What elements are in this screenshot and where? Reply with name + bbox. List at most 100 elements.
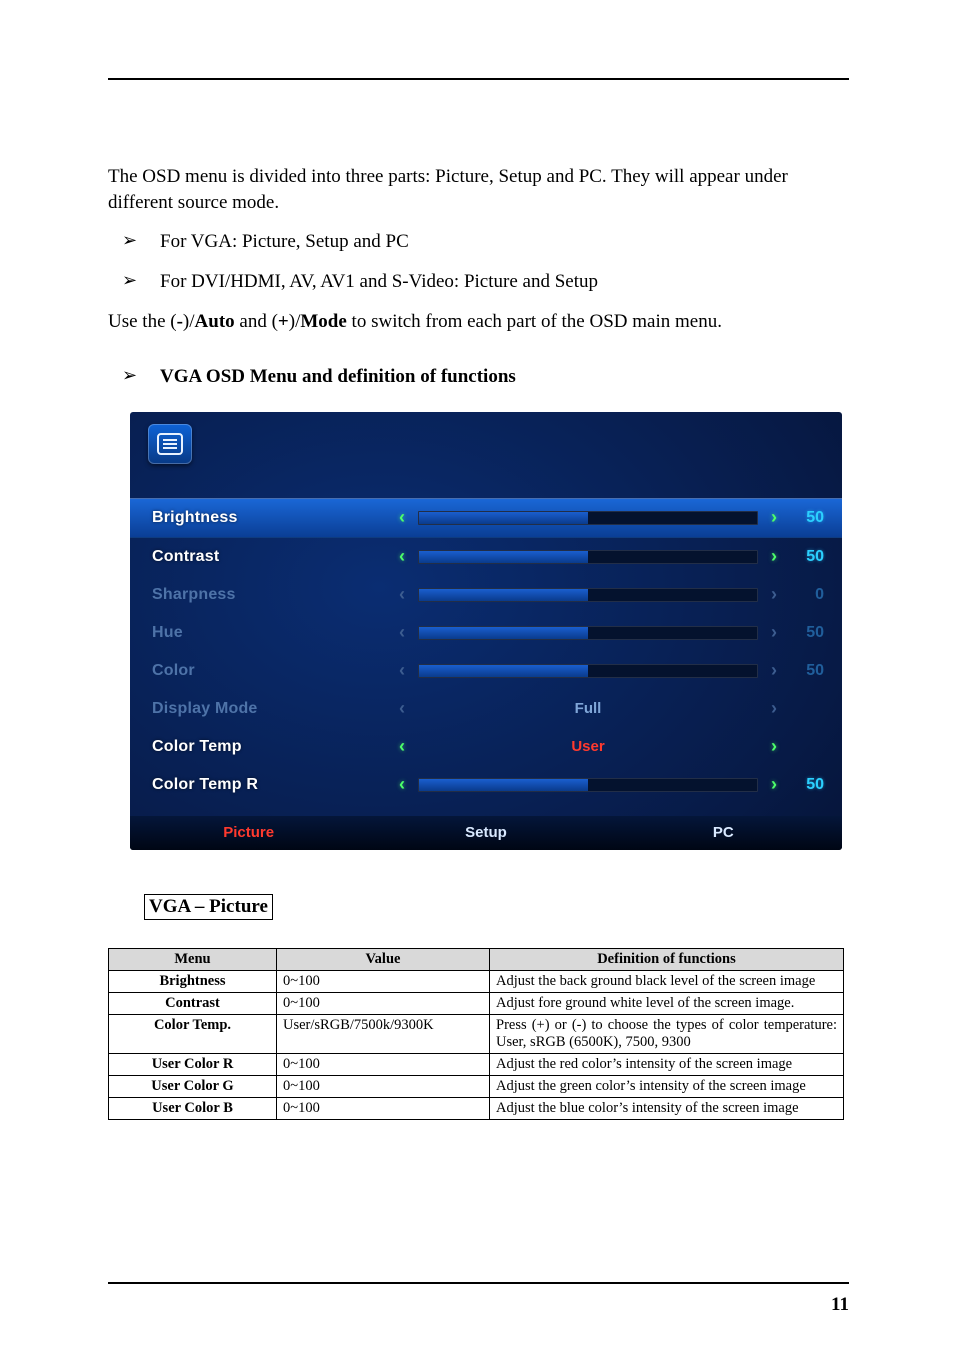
table-cell: 0~100 — [277, 970, 490, 992]
osd-slider-track — [418, 588, 758, 602]
osd-category-icon — [148, 424, 192, 464]
osd-row-label: Contrast — [152, 548, 392, 566]
table-cell: User Color B — [109, 1097, 277, 1119]
bullet-glyph-icon: ➢ — [122, 229, 160, 255]
switch-instruction: Use the (-)/Auto and (+)/Mode to switch … — [108, 309, 849, 335]
table-row: User Color R0~100Adjust the red color’s … — [109, 1053, 844, 1075]
osd-slider-fill — [419, 589, 588, 601]
osd-row: Contrast‹ ›50 — [130, 538, 842, 576]
bullet-glyph-icon: ➢ — [122, 364, 160, 390]
osd-slider-track — [418, 550, 758, 564]
section-heading: VGA OSD Menu and definition of functions — [160, 364, 849, 390]
osd-slider-track — [418, 664, 758, 678]
decrease-arrow-icon: ‹ — [392, 698, 412, 719]
osd-row: Sharpness‹ ›0 — [130, 576, 842, 614]
osd-tab: Setup — [367, 816, 604, 850]
table-cell: User Color G — [109, 1075, 277, 1097]
table-cell: Adjust the back ground black level of th… — [490, 970, 844, 992]
table-header: Definition of functions — [490, 948, 844, 970]
osd-slider-fill — [419, 551, 588, 563]
osd-slider-fill — [419, 665, 588, 677]
increase-arrow-icon: › — [764, 507, 784, 528]
table-cell: 0~100 — [277, 992, 490, 1014]
osd-row: Hue‹ ›50 — [130, 614, 842, 652]
osd-value: 50 — [784, 509, 824, 527]
osd-row-label: Display Mode — [152, 700, 392, 718]
page-number: 11 — [831, 1294, 849, 1316]
osd-row-label: Color Temp R — [152, 776, 392, 794]
table-cell: Adjust the blue color’s intensity of the… — [490, 1097, 844, 1119]
osd-row: Brightness‹ ›50 — [130, 498, 842, 538]
table-cell: Contrast — [109, 992, 277, 1014]
header-rule — [108, 78, 849, 80]
osd-row-label: Brightness — [152, 509, 392, 527]
increase-arrow-icon: › — [764, 622, 784, 643]
increase-arrow-icon: › — [764, 698, 784, 719]
osd-screenshot: Brightness‹›50Contrast‹›50Sharpness‹›0Hu… — [130, 412, 842, 850]
bullet-item: For DVI/HDMI, AV, AV1 and S-Video: Pictu… — [160, 269, 849, 295]
bullet-glyph-icon: ➢ — [122, 269, 160, 295]
osd-row-label: Sharpness — [152, 586, 392, 604]
table-header: Menu — [109, 948, 277, 970]
increase-arrow-icon: › — [764, 774, 784, 795]
decrease-arrow-icon: ‹ — [392, 546, 412, 567]
osd-row-label: Color — [152, 662, 392, 680]
vga-picture-label: VGA – Picture — [144, 894, 273, 920]
osd-value: 50 — [784, 548, 824, 566]
osd-row: Display Mode‹ Full › — [130, 690, 842, 728]
osd-row: Color Temp‹ User › — [130, 728, 842, 766]
decrease-arrow-icon: ‹ — [392, 774, 412, 795]
table-row: User Color B0~100Adjust the blue color’s… — [109, 1097, 844, 1119]
osd-row-label: Hue — [152, 624, 392, 642]
osd-row: Color Temp R‹ ›50 — [130, 766, 842, 804]
decrease-arrow-icon: ‹ — [392, 660, 412, 681]
table-cell: Brightness — [109, 970, 277, 992]
table-row: Contrast0~100Adjust fore ground white le… — [109, 992, 844, 1014]
decrease-arrow-icon: ‹ — [392, 736, 412, 757]
table-cell: User Color R — [109, 1053, 277, 1075]
osd-slider-track — [418, 626, 758, 640]
table-cell: Adjust the green color’s intensity of th… — [490, 1075, 844, 1097]
osd-row: Color‹ ›50 — [130, 652, 842, 690]
decrease-arrow-icon: ‹ — [392, 507, 412, 528]
osd-choice-value: Full — [418, 700, 758, 717]
osd-value: 0 — [784, 586, 824, 604]
increase-arrow-icon: › — [764, 660, 784, 681]
table-cell: Color Temp. — [109, 1014, 277, 1053]
picture-category-icon — [148, 424, 192, 464]
osd-value: 50 — [784, 776, 824, 794]
increase-arrow-icon: › — [764, 736, 784, 757]
mode-bullet-list: ➢ For VGA: Picture, Setup and PC ➢ For D… — [108, 229, 849, 294]
increase-arrow-icon: › — [764, 584, 784, 605]
osd-slider-track — [418, 778, 758, 792]
bullet-item: For VGA: Picture, Setup and PC — [160, 229, 849, 255]
osd-slider-fill — [419, 512, 588, 524]
osd-value: 50 — [784, 662, 824, 680]
table-cell: User/sRGB/7500k/9300K — [277, 1014, 490, 1053]
osd-row-label: Color Temp — [152, 738, 392, 756]
decrease-arrow-icon: ‹ — [392, 622, 412, 643]
table-cell: Adjust fore ground white level of the sc… — [490, 992, 844, 1014]
table-header: Value — [277, 948, 490, 970]
table-cell: 0~100 — [277, 1053, 490, 1075]
definitions-table: Menu Value Definition of functions Brigh… — [108, 948, 844, 1120]
table-row: Brightness0~100Adjust the back ground bl… — [109, 970, 844, 992]
table-cell: Adjust the red color’s intensity of the … — [490, 1053, 844, 1075]
table-cell: Press (+) or (-) to choose the types of … — [490, 1014, 844, 1053]
footer-rule — [108, 1282, 849, 1284]
osd-slider-fill — [419, 627, 588, 639]
osd-tab-bar: PictureSetupPC — [130, 816, 842, 850]
osd-slider-fill — [419, 779, 588, 791]
increase-arrow-icon: › — [764, 546, 784, 567]
osd-slider-track — [418, 511, 758, 525]
osd-tab: Picture — [130, 816, 367, 850]
table-row: Color Temp.User/sRGB/7500k/9300KPress (+… — [109, 1014, 844, 1053]
decrease-arrow-icon: ‹ — [392, 584, 412, 605]
intro-paragraph: The OSD menu is divided into three parts… — [108, 164, 849, 215]
table-cell: 0~100 — [277, 1097, 490, 1119]
table-cell: 0~100 — [277, 1075, 490, 1097]
osd-tab: PC — [605, 816, 842, 850]
osd-choice-value: User — [418, 738, 758, 755]
osd-value: 50 — [784, 624, 824, 642]
table-row: User Color G0~100Adjust the green color’… — [109, 1075, 844, 1097]
